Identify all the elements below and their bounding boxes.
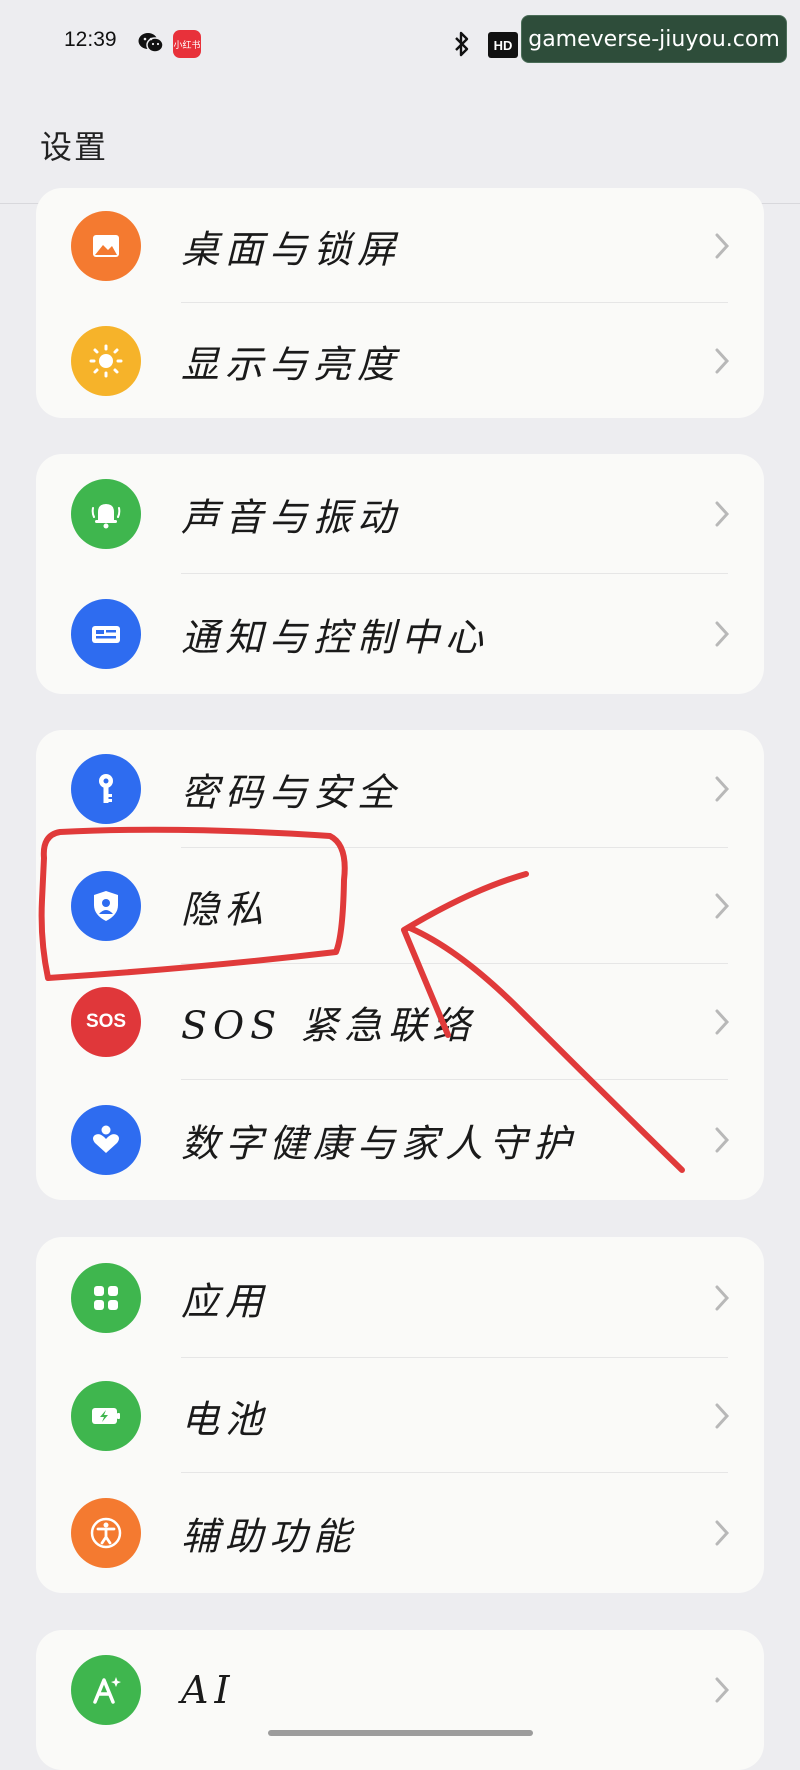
settings-row-label: 辅助功能	[181, 1514, 358, 1559]
settings-group-sound: 声音与振动 通知与控制中心	[36, 454, 764, 694]
settings-row-label: 密码与安全	[181, 770, 402, 815]
chevron-right-icon	[715, 1285, 730, 1310]
sos-icon-text: SOS	[85, 1011, 127, 1032]
bluetooth-icon	[455, 31, 469, 57]
xiaohongshu-icon: 小红书	[173, 30, 201, 58]
settings-row-battery[interactable]: 电池	[36, 1358, 764, 1473]
brightness-icon	[71, 325, 141, 396]
settings-row-apps[interactable]: 应用	[36, 1237, 764, 1358]
chevron-right-icon	[715, 233, 730, 258]
chevron-right-icon	[715, 1009, 730, 1035]
chevron-right-icon	[715, 776, 730, 802]
settings-row-label: 应用	[181, 1279, 270, 1323]
settings-group-apps: 应用 电池 辅助功能	[36, 1237, 764, 1593]
accessibility-icon	[71, 1498, 141, 1568]
settings-row-label: 桌面与锁屏	[181, 227, 402, 271]
chevron-right-icon	[715, 348, 730, 373]
chevron-right-icon	[715, 1403, 730, 1428]
settings-row-label: 显示与亮度	[181, 342, 402, 386]
settings-group-ai: AI	[36, 1630, 764, 1770]
settings-row-label: 数字健康与家人守护	[181, 1121, 578, 1166]
heart-person-icon	[71, 1105, 141, 1175]
page-title: 设置	[40, 128, 109, 166]
settings-row-accessibility[interactable]: 辅助功能	[36, 1473, 764, 1593]
privacy-shield-icon	[71, 871, 141, 941]
hd-badge: HD	[488, 32, 518, 58]
chevron-right-icon	[715, 621, 730, 647]
bell-icon	[71, 479, 141, 549]
home-indicator	[268, 1730, 533, 1736]
key-icon	[71, 754, 141, 824]
settings-row-sound[interactable]: 声音与振动	[36, 454, 764, 574]
chevron-right-icon	[715, 1127, 730, 1153]
settings-row-display[interactable]: 显示与亮度	[36, 303, 764, 418]
notification-center-icon	[71, 599, 141, 669]
settings-row-label: 通知与控制中心	[181, 615, 490, 660]
settings-row-label: 隐私	[181, 887, 270, 932]
settings-row-password[interactable]: 密码与安全	[36, 730, 764, 848]
settings-row-privacy[interactable]: 隐私	[36, 848, 764, 964]
settings-row-sos[interactable]: SOS SOS 紧急联络	[36, 964, 764, 1080]
settings-row-label: AI	[181, 1668, 236, 1712]
ai-sparkle-icon	[71, 1655, 141, 1725]
settings-group-security: 密码与安全 隐私 SOS SOS 紧急联络 数字健康与家人守护	[36, 730, 764, 1200]
wechat-icon	[138, 33, 164, 53]
watermark: gameverse-jiuyou.com	[521, 15, 787, 63]
battery-icon	[71, 1380, 141, 1451]
apps-grid-icon	[71, 1262, 141, 1333]
settings-row-label: SOS 紧急联络	[181, 1003, 477, 1048]
status-time: 12:39	[64, 28, 117, 51]
sos-icon: SOS	[71, 987, 141, 1057]
settings-row-wallpaper[interactable]: 桌面与锁屏	[36, 188, 764, 303]
settings-row-label: 声音与振动	[181, 495, 402, 540]
chevron-right-icon	[715, 893, 730, 919]
settings-row-label: 电池	[181, 1397, 270, 1441]
chevron-right-icon	[715, 501, 730, 527]
wallpaper-icon	[71, 210, 141, 281]
settings-row-digital-wellbeing[interactable]: 数字健康与家人守护	[36, 1080, 764, 1200]
settings-row-notifications[interactable]: 通知与控制中心	[36, 574, 764, 694]
chevron-right-icon	[715, 1677, 730, 1703]
settings-group-display: 桌面与锁屏 显示与亮度	[36, 188, 764, 418]
chevron-right-icon	[715, 1520, 730, 1546]
